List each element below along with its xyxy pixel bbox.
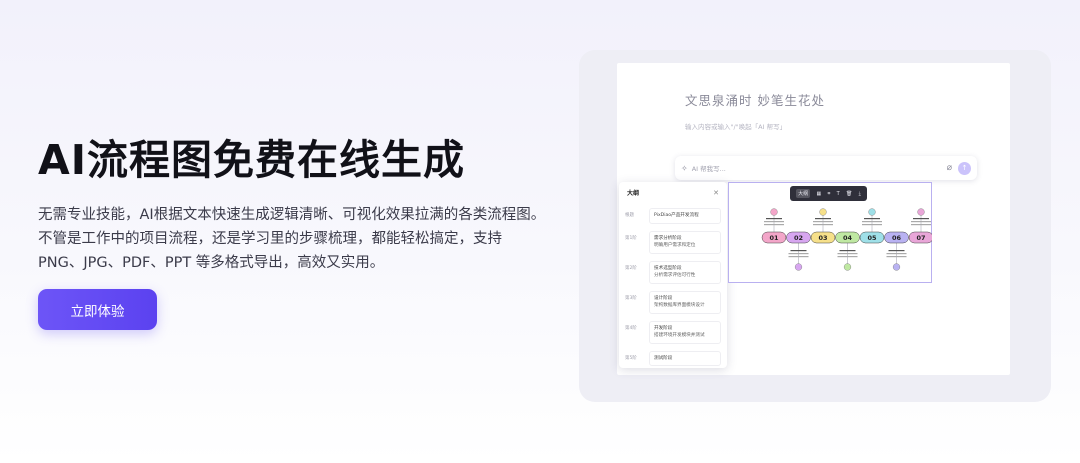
outline-item-level: 第1阶 [625,235,637,241]
step-caption-line [813,224,833,226]
outline-item-content[interactable]: 测试阶段 [649,350,721,366]
step-caption-line [862,221,882,223]
step-node-icon[interactable] [868,208,876,216]
text-tool-button[interactable]: T [837,191,840,197]
step-number: 01 [769,234,779,242]
outline-item-subtitle: 明确用户需求和定位 [654,243,696,248]
outline-item-content[interactable]: 需求分析阶段明确用户需求和定位 [649,230,721,254]
step-caption-line [913,218,929,220]
outline-item-level: 第4阶 [625,325,637,331]
ai-input-placeholder[interactable]: AI 帮我写... [692,163,947,173]
step-number: 02 [794,234,803,242]
layout-tool-button[interactable]: ▦ [816,191,821,197]
outline-item-title: 测试阶段 [654,355,673,361]
outline-item-content[interactable]: 设计阶段架构数据库界面模块设计 [649,290,721,314]
step-caption-line [790,250,807,252]
step-caption-line [886,256,907,258]
outline-item-title: PixDiao产品开发流程 [654,213,699,218]
outline-item-title: 开发阶段 [654,325,673,331]
editor-title[interactable]: 文思泉涌时 妙笔生花处 [685,90,825,109]
ai-write-input[interactable]: ✧ AI 帮我写... ⌀ ↑ [675,156,977,180]
step-caption-line [911,224,931,226]
step-caption-line [788,253,809,255]
step-number: 03 [818,234,827,242]
grid-tool-button[interactable]: ⌗ [827,191,830,197]
close-icon[interactable]: ✕ [713,189,719,197]
outline-item-content[interactable]: 开发阶段搭建环境开发模块并测试 [649,320,721,344]
outline-item[interactable]: 第3阶 设计阶段架构数据库界面模块设计 [619,290,727,314]
outline-item[interactable]: 第4阶 开发阶段搭建环境开发模块并测试 [619,320,727,344]
outline-item[interactable]: 第5阶 测试阶段 [619,350,727,366]
step-node-icon[interactable] [819,208,827,216]
step-node-icon[interactable] [770,208,778,216]
step-node-icon[interactable] [843,263,852,271]
step-number: 05 [867,234,877,242]
flow-timeline[interactable]: 01 02 03 04 05 06 07 [728,200,932,283]
sparkle-icon: ✧ [681,163,688,173]
step-number: 04 [843,234,853,242]
hero-description: 无需专业技能，AI根据文本快速生成逻辑清晰、可视化效果拉满的各类流程图。不管是工… [38,207,546,271]
step-caption-line [837,253,858,255]
outline-tool-button[interactable]: 大纲 [796,189,811,198]
step-caption-line [837,256,858,258]
editor-hint: 输入内容或输入"/"唤起「AI 帮写」 [685,123,787,131]
outline-item-content[interactable]: 技术选型阶段分析需求评估可行性 [649,260,721,284]
outline-item-content[interactable]: PixDiao产品开发流程 [649,208,721,224]
step-node-icon[interactable] [892,263,901,271]
step-caption-line [764,224,784,226]
outline-item-title: 设计阶段 [654,295,673,301]
outline-item-title: 需求分析阶段 [654,235,682,241]
outline-item-level: 第5阶 [625,355,637,361]
outline-item-title: 技术选型阶段 [654,265,682,271]
paperclip-icon[interactable]: ⌀ [947,163,952,173]
download-tool-button[interactable]: ⤓ [859,191,861,197]
step-caption-line [864,218,880,220]
step-number: 06 [892,234,902,242]
diagram-toolbar: 大纲 ▦ ⌗ T 🗑 ⤓ [790,186,867,201]
outline-title: 大纲 [627,190,640,197]
outline-item[interactable]: 根题 PixDiao产品开发流程 [619,208,727,224]
step-number: 07 [916,234,925,242]
outline-item-level: 第3阶 [625,295,637,301]
step-caption-line [813,221,833,223]
hero-title: AI流程图免费在线生成 [38,136,465,184]
outline-item[interactable]: 第1阶 需求分析阶段明确用户需求和定位 [619,230,727,254]
outline-header: 大纲 ✕ [619,182,727,201]
step-caption-line [888,250,905,252]
delete-tool-button[interactable]: 🗑 [846,191,852,197]
step-caption-line [815,218,831,220]
outline-item-subtitle: 搭建环境开发模块并测试 [654,333,705,338]
step-caption-line [862,224,882,226]
step-node-icon[interactable] [917,208,925,216]
outline-panel: 大纲 ✕ 根题 PixDiao产品开发流程第1阶 需求分析阶段明确用户需求和定位第2… [619,182,727,368]
outline-item-subtitle: 分析需求评估可行性 [654,273,696,278]
step-caption-line [788,256,809,258]
outline-item-level: 第2阶 [625,265,637,271]
step-caption-line [839,250,856,252]
outline-item-subtitle: 架构数据库界面模块设计 [654,303,705,308]
step-node-icon[interactable] [794,263,803,271]
send-icon[interactable]: ↑ [958,161,971,175]
try-now-button[interactable]: 立即体验 [38,289,157,330]
outline-item[interactable]: 第2阶 技术选型阶段分析需求评估可行性 [619,260,727,284]
outline-item-level: 根题 [625,213,634,218]
step-caption-line [764,221,784,223]
step-caption-line [886,253,907,255]
step-caption-line [911,221,931,223]
step-caption-line [766,218,782,220]
outline-list: 根题 PixDiao产品开发流程第1阶 需求分析阶段明确用户需求和定位第2阶 技术选型… [619,208,727,366]
